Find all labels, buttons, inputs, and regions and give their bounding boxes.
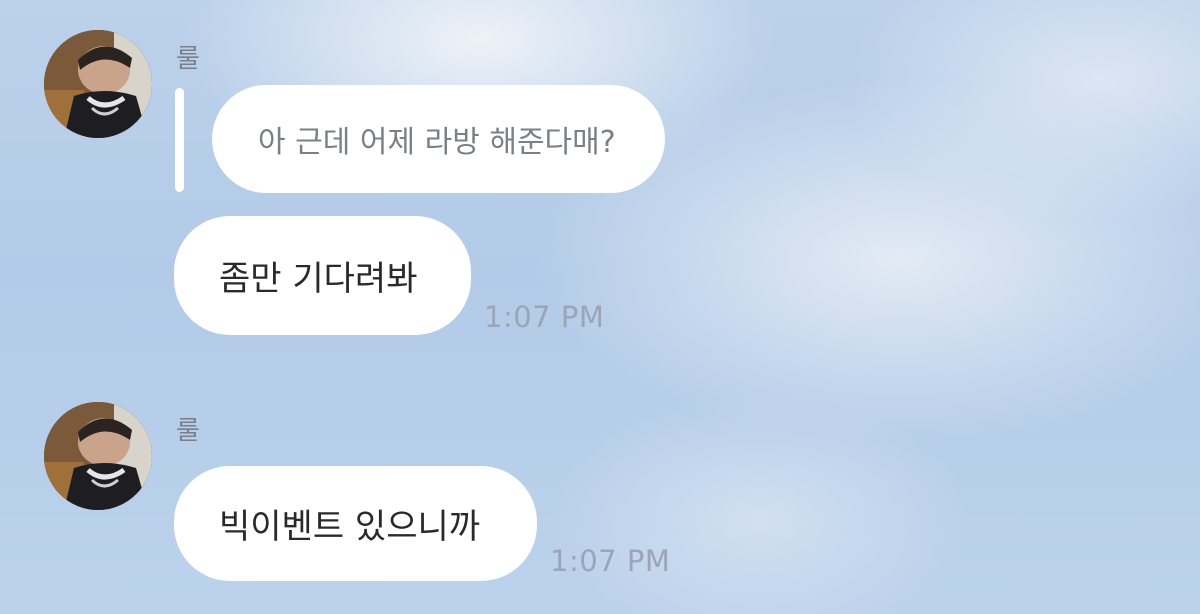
- avatar[interactable]: [44, 30, 152, 138]
- message-timestamp: 1:07 PM: [484, 300, 605, 334]
- profile-photo-icon: [44, 402, 152, 510]
- profile-photo-icon: [44, 30, 152, 138]
- message-bubble[interactable]: 빅이벤트 있으니까: [174, 466, 537, 581]
- sender-name: 룰: [176, 44, 201, 74]
- message-timestamp: 1:07 PM: [550, 544, 671, 578]
- reply-indicator-bar: [175, 88, 184, 192]
- quoted-message-text: 아 근데 어제 라방 해준다매?: [258, 125, 616, 160]
- message-text: 빅이벤트 있으니까: [219, 507, 481, 547]
- message-bubble[interactable]: 좀만 기다려봐: [174, 216, 471, 335]
- sender-name: 룰: [176, 416, 201, 446]
- message-text: 좀만 기다려봐: [219, 259, 418, 299]
- avatar[interactable]: [44, 402, 152, 510]
- quoted-message-bubble[interactable]: 아 근데 어제 라방 해준다매?: [212, 85, 665, 193]
